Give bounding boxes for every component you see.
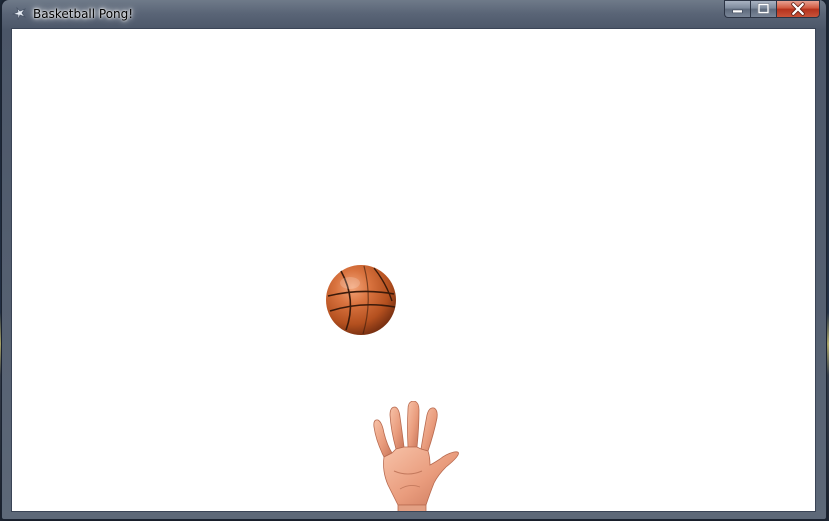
- minimize-button[interactable]: [724, 0, 750, 18]
- basketball-icon: [324, 263, 398, 337]
- app-icon: [11, 6, 27, 22]
- hand-paddle-icon[interactable]: [370, 400, 460, 511]
- close-icon: [777, 0, 819, 18]
- maximize-button[interactable]: [750, 0, 776, 18]
- maximize-icon: [751, 0, 776, 18]
- caption-buttons: [724, 0, 820, 20]
- game-canvas[interactable]: [11, 28, 816, 512]
- close-button[interactable]: [776, 0, 820, 18]
- minimize-icon: [725, 0, 750, 18]
- title-bar[interactable]: Basketball Pong!: [2, 0, 826, 28]
- app-window: Basketball Pong!: [2, 0, 826, 519]
- window-title: Basketball Pong!: [33, 7, 134, 21]
